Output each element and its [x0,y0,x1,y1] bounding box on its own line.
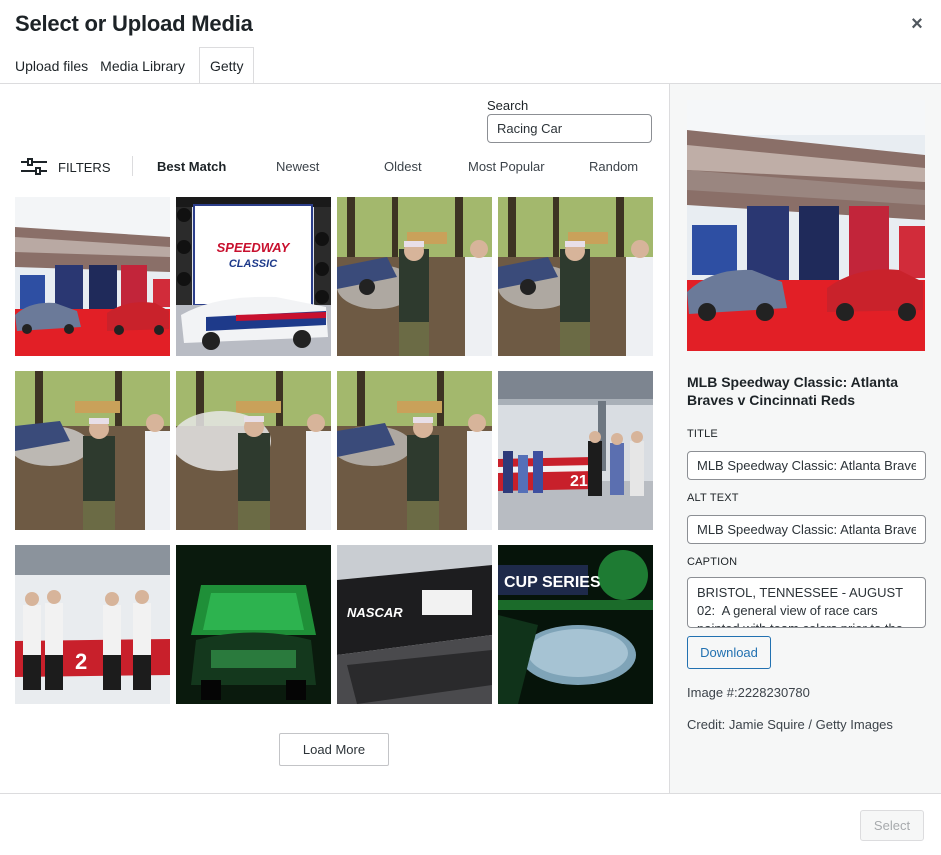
tab-media-library[interactable]: Media Library [94,47,191,84]
sort-random[interactable]: Random [589,159,638,174]
filters-bar: FILTERS Best Match Newest Oldest Most Po… [15,156,655,178]
select-button[interactable]: Select [860,810,924,841]
sort-oldest[interactable]: Oldest [384,159,422,174]
attachment-details: MLB Speedway Classic: Atlanta Braves v C… [669,84,941,793]
search-label: Search [487,98,529,113]
caption-label: CAPTION [687,556,738,568]
image-title: MLB Speedway Classic: Atlanta Braves v C… [687,374,899,408]
result-thumbnail[interactable]: SPEEDWAY CLASSIC [176,197,331,356]
result-thumbnail[interactable] [498,197,653,356]
caption-field[interactable]: BRISTOL, TENNESSEE - AUGUST 02: A genera… [687,577,926,628]
modal-title: Select or Upload Media [15,11,253,36]
svg-text:CUP SERIES: CUP SERIES [504,574,601,591]
search-input[interactable] [487,114,652,143]
svg-text:21: 21 [570,473,588,490]
svg-text:2: 2 [75,649,87,674]
close-icon[interactable]: × [907,13,927,35]
result-thumbnail[interactable]: CUP SERIES [498,545,653,704]
filters-label: FILTERS [58,159,111,175]
result-thumbnail[interactable]: 2 [15,545,170,704]
getty-browser: Search FILTERS Best Match Newest Oldest … [0,84,669,793]
svg-text:CLASSIC: CLASSIC [229,258,278,270]
result-thumbnail[interactable] [337,371,492,530]
tab-upload-files[interactable]: Upload files [0,47,94,84]
title-field[interactable] [687,451,926,480]
result-thumbnail[interactable] [15,371,170,530]
tab-getty[interactable]: Getty [198,47,255,84]
media-tabs: Upload files Media Library Getty [0,47,255,84]
svg-text:NASCAR: NASCAR [347,605,403,620]
sliders-icon [21,158,47,175]
image-number: Image #:2228230780 [687,685,810,700]
download-button[interactable]: Download [687,636,771,669]
result-thumbnail[interactable] [176,545,331,704]
preview-image [687,100,925,351]
filters-divider [132,156,133,176]
alt-text-label: ALT TEXT [687,492,739,504]
result-thumbnail[interactable]: 21 [498,371,653,530]
svg-text:SPEEDWAY: SPEEDWAY [217,240,291,255]
load-more-button[interactable]: Load More [279,733,389,766]
sort-most-popular[interactable]: Most Popular [468,159,545,174]
image-credit: Credit: Jamie Squire / Getty Images [687,717,893,732]
result-thumbnail[interactable] [337,197,492,356]
result-thumbnail[interactable]: NASCAR [337,545,492,704]
filters-toggle[interactable]: FILTERS [20,156,111,178]
sort-best-match[interactable]: Best Match [157,159,226,174]
result-thumbnail[interactable] [15,197,170,356]
footer-divider [0,793,941,794]
title-label: TITLE [687,428,718,440]
sort-newest[interactable]: Newest [276,159,319,174]
result-thumbnail[interactable] [176,371,331,530]
alt-text-field[interactable] [687,515,926,544]
